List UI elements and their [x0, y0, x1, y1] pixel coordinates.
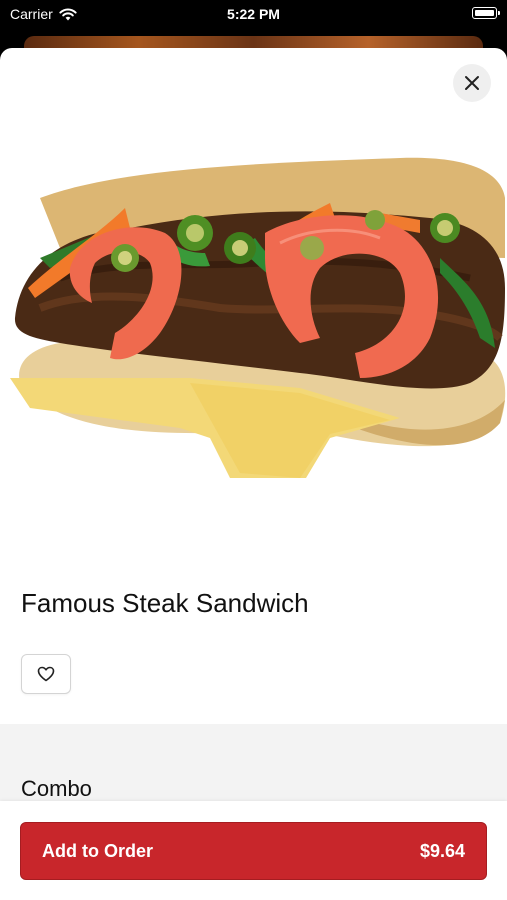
item-title: Famous Steak Sandwich: [21, 588, 309, 618]
section-title-combo: Combo: [21, 776, 92, 801]
battery-icon: [472, 7, 500, 19]
heart-icon: [37, 666, 55, 682]
item-detail-sheet: Famous Steak Sandwich Combo Add to Order…: [0, 48, 507, 900]
battery-fill: [474, 9, 494, 16]
status-bar: Carrier 5:22 PM: [0, 0, 507, 30]
status-time: 5:22 PM: [227, 6, 280, 22]
close-icon: [465, 76, 479, 90]
close-button[interactable]: [453, 64, 491, 102]
order-price: $9.64: [419, 840, 465, 861]
favorite-button[interactable]: [21, 654, 71, 694]
add-to-order-label: Add to Order: [42, 840, 153, 861]
add-to-order-button[interactable]: Add to Order $9.64: [20, 822, 487, 880]
footer: Add to Order $9.64: [0, 801, 507, 900]
steak-sandwich-photo: [10, 157, 506, 478]
